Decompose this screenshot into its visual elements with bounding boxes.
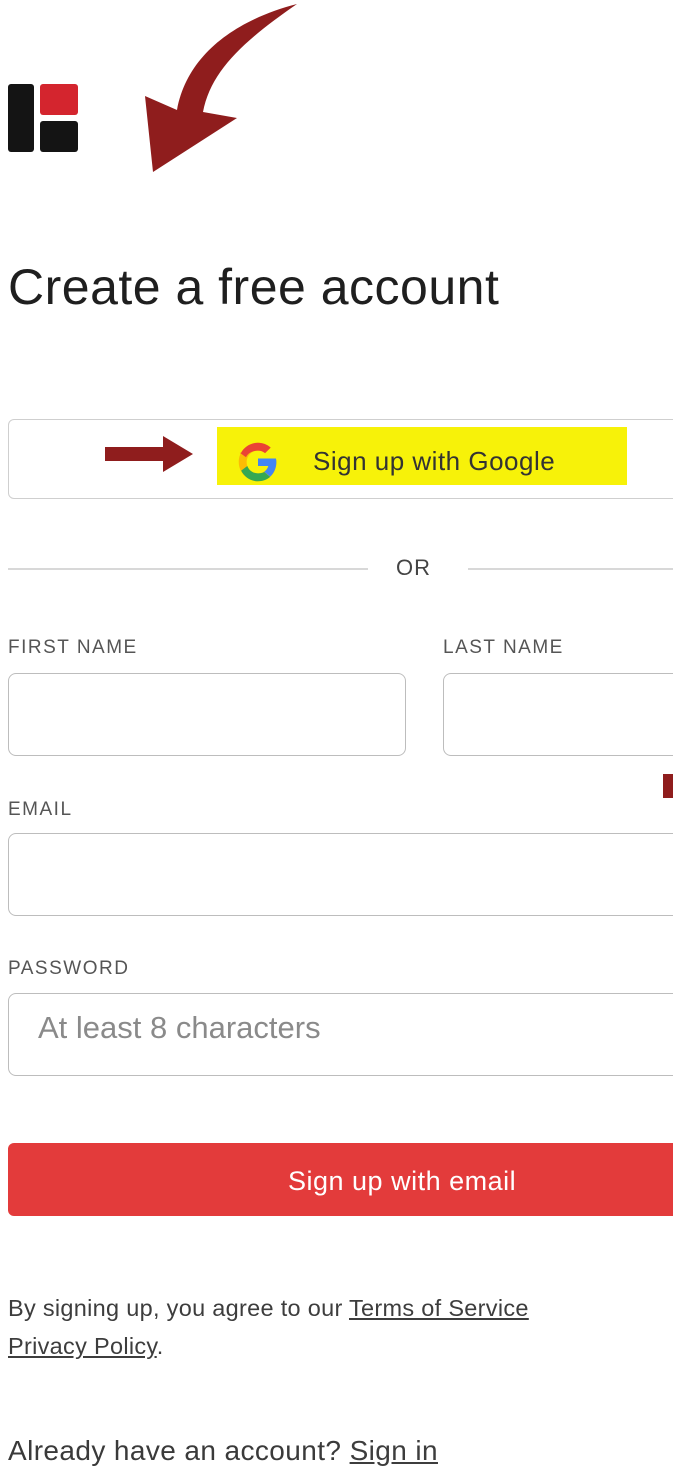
terms-notice: By signing up, you agree to our Terms of… — [8, 1289, 673, 1365]
divider-line-left — [8, 568, 368, 570]
arrow-right-icon — [105, 436, 193, 472]
email-label: EMAIL — [8, 799, 73, 820]
or-divider-label: OR — [396, 555, 431, 580]
first-name-input[interactable] — [8, 673, 406, 756]
privacy-policy-link[interactable]: Privacy Policy — [8, 1333, 157, 1359]
terms-of-service-link[interactable]: Terms of Service — [349, 1295, 529, 1321]
first-name-label: FIRST NAME — [8, 637, 138, 658]
curved-arrow-icon — [145, 4, 297, 172]
terms-prefix: By signing up, you agree to our — [8, 1295, 349, 1321]
signin-link[interactable]: Sign in — [350, 1435, 438, 1466]
terms-suffix: . — [156, 1333, 164, 1359]
google-signup-label: Sign up with Google — [313, 446, 556, 476]
password-label: PASSWORD — [8, 958, 130, 979]
signin-prompt: Already have an account? Sign in — [8, 1435, 438, 1467]
google-g-icon — [238, 442, 277, 482]
email-input[interactable] — [8, 833, 673, 916]
divider-line-right — [468, 568, 673, 570]
signin-prompt-text: Already have an account? — [8, 1435, 350, 1466]
page-title: Create a free account — [8, 259, 500, 315]
password-placeholder: At least 8 characters — [38, 1010, 321, 1045]
last-name-input[interactable] — [443, 673, 673, 756]
annotation-marker — [663, 774, 673, 798]
brand-logo — [8, 84, 78, 152]
last-name-label: LAST NAME — [443, 637, 564, 658]
signup-email-label: Sign up with email — [288, 1166, 517, 1196]
